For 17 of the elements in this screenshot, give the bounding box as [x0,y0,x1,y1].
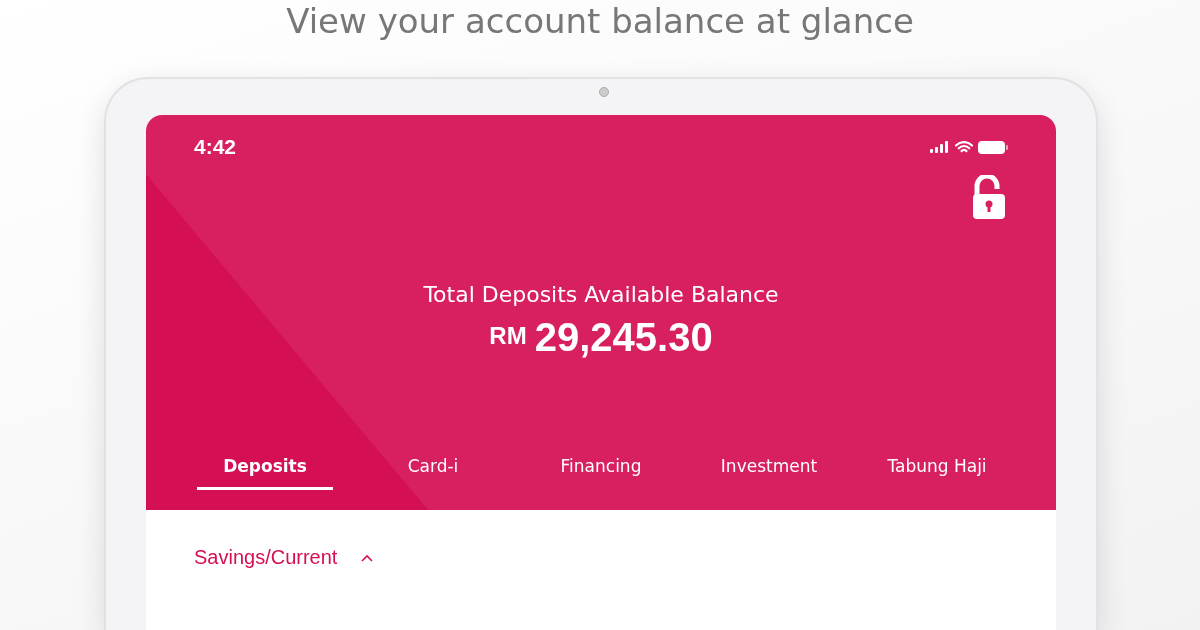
signal-icon [930,141,950,153]
tab[interactable]: Card-i [395,450,471,490]
wifi-icon [955,140,973,154]
balance-label: Total Deposits Available Balance [423,282,779,307]
caret-icon[interactable] [361,553,374,562]
balance-amount: 29,245.30 [534,315,713,360]
unlocked-padlock-icon[interactable] [972,175,1006,219]
headline: View your account balance at glance [286,0,914,42]
status-time: 4:42 [194,135,237,159]
tab[interactable]: Investment [708,450,830,490]
battery-icon [978,140,1008,154]
tab[interactable]: Tabung Haji [875,450,999,490]
tab[interactable]: Financing [548,450,654,490]
currency: RM [489,322,527,350]
camera-icon [599,87,609,97]
section-title[interactable]: Savings/Current [194,546,338,569]
tab[interactable]: Deposits [197,450,333,490]
